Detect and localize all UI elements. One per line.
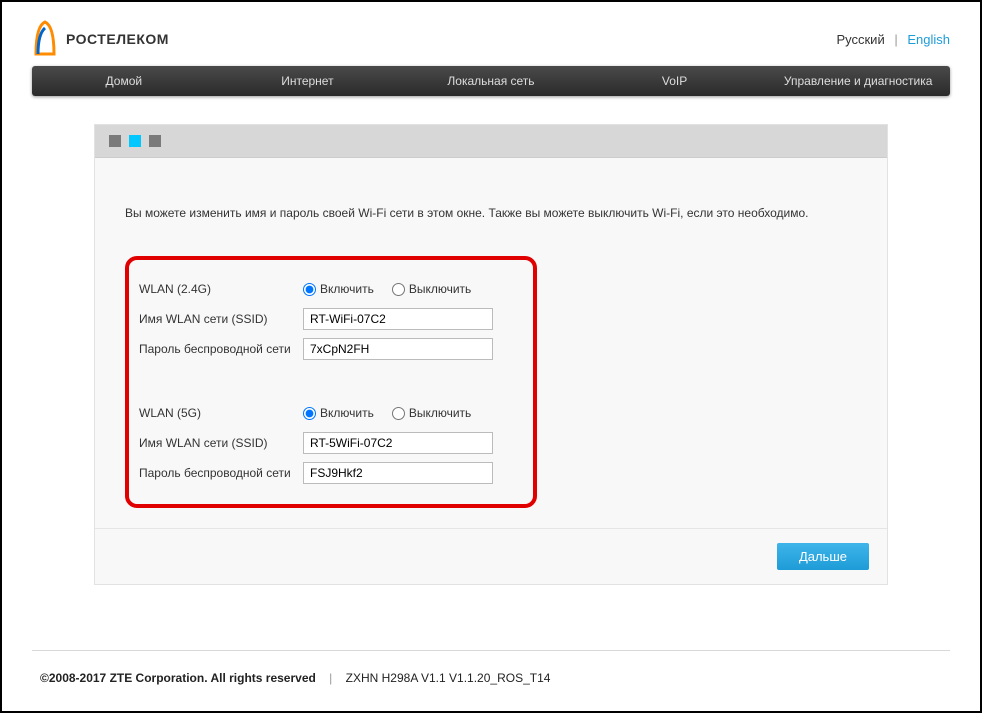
wlan5-password-input[interactable] xyxy=(303,462,493,484)
footer-divider xyxy=(32,650,950,651)
button-bar: Дальше xyxy=(95,528,887,584)
logo-block: РОСТЕЛЕКОМ xyxy=(32,20,169,58)
footer-model: ZXHN H298A V1.1 V1.1.20_ROS_T14 xyxy=(346,671,551,685)
enable-label-5g: Включить xyxy=(320,406,374,420)
footer-separator: | xyxy=(329,671,332,685)
ssid-label: Имя WLAN сети (SSID) xyxy=(139,312,303,326)
section-gap xyxy=(139,366,517,396)
main-nav: Домой Интернет Локальная сеть VoIP Управ… xyxy=(32,66,950,96)
nav-voip[interactable]: VoIP xyxy=(583,74,767,88)
footer: ©2008-2017 ZTE Corporation. All rights r… xyxy=(40,671,550,685)
footer-copyright: ©2008-2017 ZTE Corporation. All rights r… xyxy=(40,671,316,685)
wlan24-disable-option[interactable]: Выключить xyxy=(392,282,471,296)
wlan24-toggle-row: WLAN (2.4G) Включить Выключить xyxy=(139,276,517,302)
rostelecom-logo-icon xyxy=(32,20,58,58)
password-label-5g: Пароль беспроводной сети xyxy=(139,466,303,480)
wlan5-ssid-input[interactable] xyxy=(303,432,493,454)
wlan5-disable-option[interactable]: Выключить xyxy=(392,406,471,420)
intro-text: Вы можете изменить имя и пароль своей Wi… xyxy=(125,206,857,220)
brand-text: РОСТЕЛЕКОМ xyxy=(66,31,169,47)
lang-en[interactable]: English xyxy=(907,32,950,47)
wlan24-label: WLAN (2.4G) xyxy=(139,282,303,296)
wlan5-ssid-row: Имя WLAN сети (SSID) xyxy=(139,430,517,456)
panel-wrap: Вы можете изменить имя и пароль своей Wi… xyxy=(2,96,980,585)
wlan24-disable-radio[interactable] xyxy=(392,283,405,296)
nav-internet[interactable]: Интернет xyxy=(216,74,400,88)
wlan5-radio-group: Включить Выключить xyxy=(303,406,471,420)
language-switcher: Русский | English xyxy=(836,32,950,47)
wlan24-enable-option[interactable]: Включить xyxy=(303,282,374,296)
wlan5-password-row: Пароль беспроводной сети xyxy=(139,460,517,486)
next-button[interactable]: Дальше xyxy=(777,543,869,570)
password-label: Пароль беспроводной сети xyxy=(139,342,303,356)
wlan-highlight-box: WLAN (2.4G) Включить Выключить Имя WLAN xyxy=(125,256,537,508)
header: РОСТЕЛЕКОМ Русский | English xyxy=(2,2,980,66)
lang-ru[interactable]: Русский xyxy=(836,32,884,47)
wlan24-ssid-input[interactable] xyxy=(303,308,493,330)
wlan24-password-row: Пароль беспроводной сети xyxy=(139,336,517,362)
enable-label: Включить xyxy=(320,282,374,296)
wlan24-enable-radio[interactable] xyxy=(303,283,316,296)
ssid-label-5g: Имя WLAN сети (SSID) xyxy=(139,436,303,450)
wlan5-label: WLAN (5G) xyxy=(139,406,303,420)
wizard-step-3[interactable] xyxy=(149,135,161,147)
disable-label: Выключить xyxy=(409,282,471,296)
lang-separator: | xyxy=(894,32,897,47)
panel-body: Вы можете изменить имя и пароль своей Wi… xyxy=(95,158,887,528)
wlan24-password-input[interactable] xyxy=(303,338,493,360)
wlan24-radio-group: Включить Выключить xyxy=(303,282,471,296)
nav-mgmt[interactable]: Управление и диагностика xyxy=(766,74,950,88)
wizard-step-1[interactable] xyxy=(109,135,121,147)
wlan5-enable-option[interactable]: Включить xyxy=(303,406,374,420)
disable-label-5g: Выключить xyxy=(409,406,471,420)
wlan5-enable-radio[interactable] xyxy=(303,407,316,420)
nav-lan[interactable]: Локальная сеть xyxy=(399,74,583,88)
nav-home[interactable]: Домой xyxy=(32,74,216,88)
wizard-steps xyxy=(95,125,887,158)
wizard-step-2[interactable] xyxy=(129,135,141,147)
wlan5-toggle-row: WLAN (5G) Включить Выключить xyxy=(139,400,517,426)
wlan24-ssid-row: Имя WLAN сети (SSID) xyxy=(139,306,517,332)
wizard-panel: Вы можете изменить имя и пароль своей Wi… xyxy=(94,124,888,585)
wlan5-disable-radio[interactable] xyxy=(392,407,405,420)
